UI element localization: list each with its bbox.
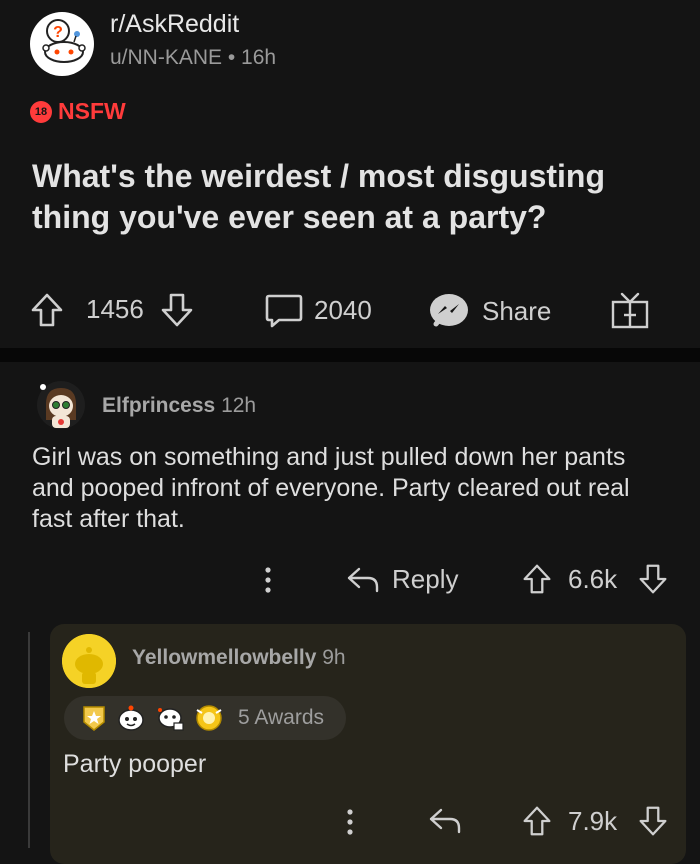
nsfw-badge: 18 [30,100,52,123]
comment-score: 6.6k [568,564,618,594]
awards-count-label: 5 Awards [238,706,324,729]
nsfw-label: NSFW [58,98,126,124]
snoo-avatar-icon [37,381,85,429]
reply-label: Reply [392,564,459,594]
reply-username[interactable]: Yellowmellowbelly [132,646,316,669]
post-action-bar: 1456 2040 Share [0,288,700,332]
comment-body: Girl was on something and just pulled do… [32,443,630,533]
upvote-button[interactable] [30,292,64,328]
comment-username[interactable]: Elfprincess [102,394,215,417]
reply-icon [429,808,461,834]
comment-more-button[interactable] [258,564,278,596]
reply-action-bar: 7.9k [0,804,700,840]
award-button[interactable] [610,290,650,330]
comment-reply-button[interactable]: Reply [346,564,458,595]
reply-meta: Yellowmellowbelly 9h [132,646,346,670]
askreddit-icon: ? [42,19,86,63]
downvote-icon [639,564,667,594]
subreddit-avatar[interactable]: ? [30,12,94,76]
awards-pill[interactable]: 5 Awards [64,696,346,740]
reply-body: Party pooper [63,750,207,778]
comment-meta: Elfprincess 12h [102,394,256,418]
downvote-icon [639,806,667,836]
subreddit-name[interactable]: r/AskReddit [110,10,239,39]
gift-icon [611,292,649,329]
comment-icon [265,294,303,328]
reply-score: 7.9k [568,806,618,836]
upvote-icon [31,293,63,327]
post-author-meta[interactable]: u/NN-KANE • 16h [110,46,276,70]
comment-avatar[interactable] [36,380,86,430]
post-vote-count: 1456 [86,294,144,324]
reply-avatar[interactable] [62,634,116,688]
reply-upvote-button[interactable] [522,804,552,838]
post-title[interactable]: What's the weirdest / most disgusting th… [32,156,672,238]
gold-award-icon [196,705,222,731]
comment-age: 12h [221,394,257,417]
share-messenger-icon [430,294,468,327]
reply-age: 9h [322,646,346,669]
upvote-icon [523,806,551,836]
snoo-avatar-icon [62,634,116,688]
share-button[interactable]: Share [428,292,551,330]
star-award-icon [83,706,105,731]
comment-upvote-button[interactable] [522,562,552,596]
reply-reply-button[interactable] [428,806,462,836]
more-options-icon [265,567,271,593]
downvote-button[interactable] [160,292,194,328]
reply-downvote-button[interactable] [638,804,668,838]
reply-icon [347,567,379,592]
more-options-icon [347,809,353,835]
comment-action-bar: Reply 6.6k [0,562,700,598]
share-label: Share [482,295,552,326]
comments-button[interactable]: 2040 [264,292,372,328]
downvote-icon [161,293,193,327]
wholesome-award-icon [118,705,144,731]
section-divider [0,348,700,362]
comment-count: 2040 [314,294,372,325]
nsfw-tag: 18 NSFW [30,98,126,125]
helpful-award-icon [158,708,184,731]
comment-downvote-button[interactable] [638,562,668,596]
upvote-icon [523,564,551,594]
reply-more-button[interactable] [340,806,360,838]
svg-text:?: ? [53,24,63,41]
